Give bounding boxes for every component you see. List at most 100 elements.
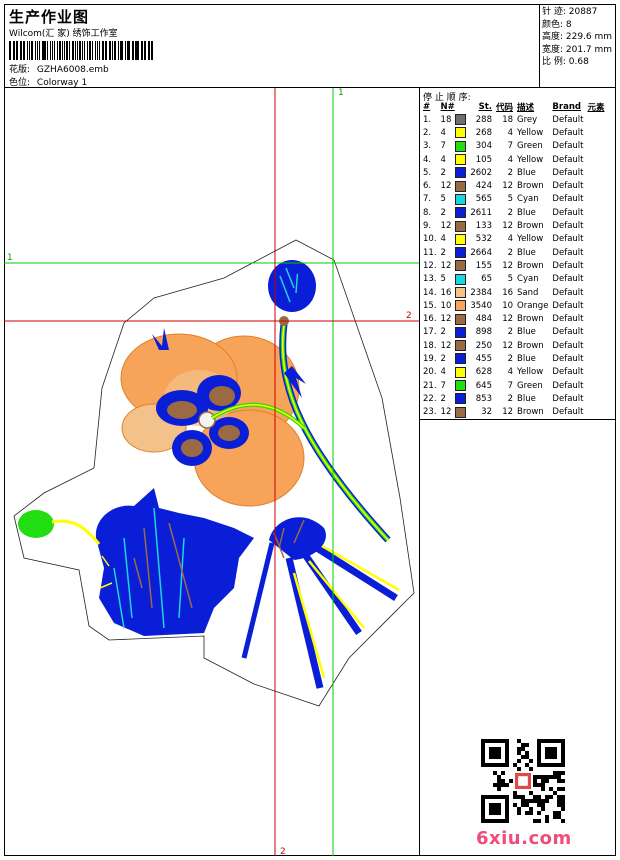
color-swatch [455, 180, 467, 192]
row-brand: Default [552, 287, 584, 298]
barcode-bar [151, 41, 153, 60]
row-index: 12. [423, 260, 437, 271]
row-needle: 5 [440, 274, 446, 285]
barcode-bar [109, 41, 111, 60]
row-code: 12 [502, 340, 514, 351]
color-swatch [455, 193, 467, 205]
row-element [585, 153, 606, 166]
barcode-bar [19, 41, 21, 60]
color-swatch [455, 353, 467, 365]
stats-panel: 针 迹: 20887 颜色: 8 高度: 229.6 mm 宽度: 201.7 … [540, 4, 616, 88]
row-code: 12 [502, 314, 514, 325]
swatch-cell [453, 166, 468, 179]
design-height: 高度: 229.6 mm [542, 32, 613, 42]
guide-green-h-label: 1 [7, 253, 13, 263]
row-index: 22. [423, 393, 437, 404]
table-row: 9. 12 133 12 Brown Default [421, 219, 607, 232]
barcode-bar [37, 41, 38, 60]
swatch-cell [453, 406, 468, 419]
barcode-bar [128, 41, 130, 60]
color-swatch [455, 127, 467, 139]
design-preview: 1 1 2 2 [4, 88, 420, 856]
row-element [585, 113, 606, 126]
barcode-bar [79, 41, 81, 60]
row-brand: Default [552, 340, 584, 351]
barcode-bar [14, 41, 16, 60]
row-desc: Brown [517, 181, 544, 192]
row-stitches: 2664 [470, 247, 492, 258]
barcode-bar [87, 41, 88, 60]
row-element [585, 312, 606, 325]
row-needle: 7 [440, 380, 446, 391]
row-code: 12 [502, 407, 514, 418]
color-swatch [455, 380, 467, 392]
row-stitches: 2602 [470, 167, 492, 178]
barcode-bar [124, 41, 126, 60]
swatch-cell [453, 126, 468, 139]
barcode-bar [126, 41, 128, 60]
barcode-bar [64, 41, 66, 60]
row-stitches: 2611 [470, 207, 492, 218]
row-index: 16. [423, 314, 437, 325]
row-code: 2 [507, 353, 514, 364]
row-brand: Default [552, 234, 584, 245]
row-brand: Default [552, 127, 584, 138]
table-row: 17. 2 898 2 Blue Default [421, 326, 607, 339]
swatch-cell [453, 326, 468, 339]
row-brand: Default [552, 114, 584, 125]
table-row: 10. 4 532 4 Yellow Default [421, 233, 607, 246]
palm-leaves [241, 517, 400, 689]
swatch-cell [453, 233, 468, 246]
color-count: 颜色: 8 [542, 19, 572, 30]
row-brand: Default [552, 380, 584, 391]
row-needle: 2 [440, 393, 446, 404]
row-element [585, 179, 606, 192]
row-needle: 18 [440, 114, 452, 125]
row-code: 4 [507, 127, 514, 138]
swatch-cell [453, 286, 468, 299]
row-needle: 12 [440, 181, 452, 192]
color-swatch [455, 154, 467, 166]
row-desc: Green [517, 380, 543, 391]
row-stitches: 304 [475, 141, 492, 152]
barcode-bar [50, 41, 52, 60]
row-needle: 12 [440, 221, 452, 232]
swatch-cell [453, 113, 468, 126]
embroidery-artwork [4, 88, 419, 856]
swatch-cell [453, 392, 468, 405]
row-element [585, 379, 606, 392]
row-needle: 5 [440, 194, 446, 205]
barcode-bar [149, 41, 151, 60]
row-code: 4 [507, 367, 514, 378]
design-file-line: 花版: GZHA6008.emb [9, 62, 109, 75]
barcode-bar [38, 41, 40, 60]
swatch-cell [453, 312, 468, 325]
row-desc: Yellow [517, 154, 544, 165]
row-desc: Yellow [517, 367, 544, 378]
barcode-bar [104, 41, 106, 60]
row-needle: 16 [440, 287, 452, 298]
barcode-bar [31, 41, 33, 60]
row-brand: Default [552, 274, 584, 285]
color-swatch [455, 260, 467, 272]
site-logo: 6xiu.com [476, 828, 572, 849]
row-brand: Default [552, 221, 584, 232]
header-panel: 生产作业图 Wilcom(汇 家) 绣饰工作室 花版: GZHA6008.emb… [4, 4, 540, 88]
barcode-bar [111, 41, 113, 60]
table-row: 8. 2 2611 2 Blue Default [421, 206, 607, 219]
row-brand: Default [552, 393, 584, 404]
swatch-cell [453, 246, 468, 259]
color-swatch [455, 273, 467, 285]
table-row: 19. 2 455 2 Blue Default [421, 352, 607, 365]
row-element [585, 339, 606, 352]
swatch-cell [453, 273, 468, 286]
barcode-bar [53, 41, 56, 60]
row-stitches: 65 [481, 274, 492, 285]
row-needle: 4 [440, 127, 446, 138]
row-index: 1. [423, 114, 432, 125]
color-swatch [455, 114, 467, 126]
row-element [585, 366, 606, 379]
barcode-bar [16, 41, 18, 60]
row-element [585, 286, 606, 299]
swatch-cell [453, 366, 468, 379]
